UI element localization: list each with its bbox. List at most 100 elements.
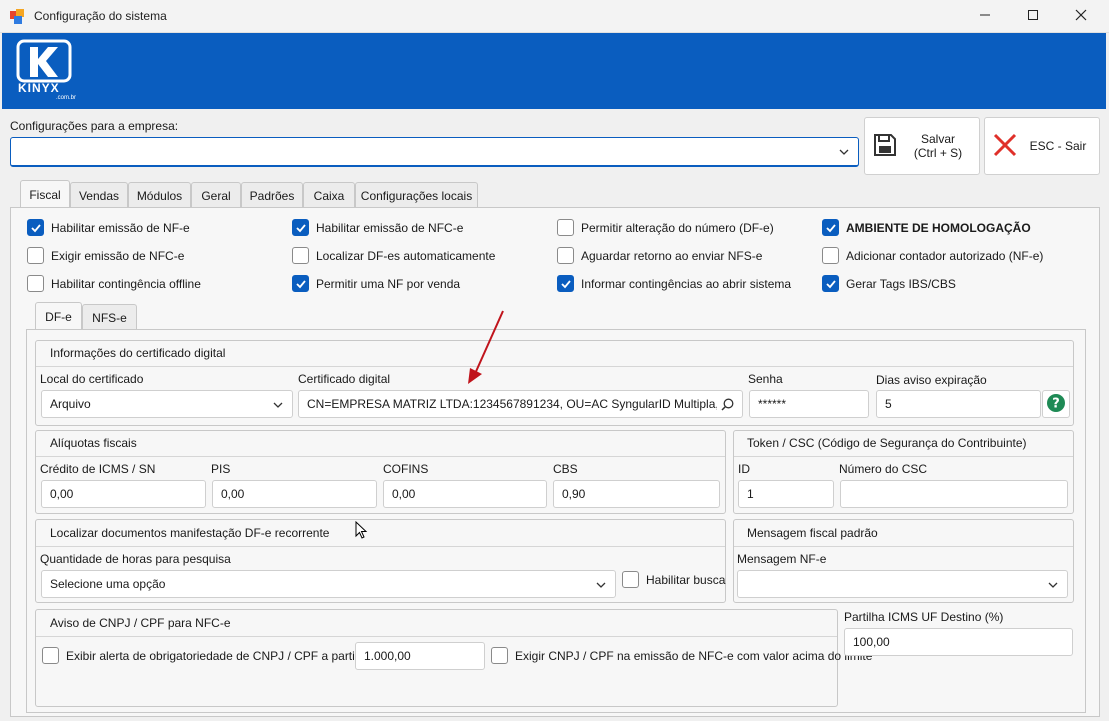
check-contador-autorizado[interactable]: Adicionar contador autorizado (NF-e) (822, 247, 1043, 264)
checkbox[interactable] (27, 219, 44, 236)
check-exibir-alerta-cnpj[interactable]: Exibir alerta de obrigatoriedade de CNPJ… (42, 647, 379, 664)
checkbox[interactable] (557, 219, 574, 236)
dias-value: 5 (885, 397, 892, 411)
icms-field[interactable]: 0,00 (41, 480, 206, 508)
mensagem-select[interactable] (737, 570, 1068, 598)
check-uma-nf-por-venda[interactable]: Permitir uma NF por venda (292, 275, 460, 292)
check-contingencia-offline[interactable]: Habilitar contingência offline (27, 275, 201, 292)
aviso-title: Aviso de CNPJ / CPF para NFC-e (50, 616, 231, 630)
chevron-down-icon (272, 399, 284, 414)
dias-label: Dias aviso expiração (876, 373, 987, 387)
check-gerar-tags-ibs-cbs[interactable]: Gerar Tags IBS/CBS (822, 275, 956, 292)
checkbox[interactable] (27, 275, 44, 292)
exit-label: ESC - Sair (1029, 139, 1087, 153)
company-select[interactable] (10, 137, 859, 167)
cert-digital-field[interactable]: CN=EMPRESA MATRIZ LTDA:1234567891234, OU… (298, 390, 743, 418)
pis-field[interactable]: 0,00 (212, 480, 377, 508)
window-title: Configuração do sistema (34, 9, 167, 23)
token-id-field[interactable]: 1 (738, 480, 834, 508)
help-icon: ? (1046, 393, 1066, 416)
checkbox[interactable] (292, 247, 309, 264)
check-label: Permitir uma NF por venda (316, 276, 461, 291)
check-label: Habilitar contingência offline (51, 276, 201, 291)
minimize-button[interactable] (962, 0, 1008, 33)
cbs-field[interactable]: 0,90 (553, 480, 720, 508)
divider (36, 546, 725, 547)
checkbox[interactable] (42, 647, 59, 664)
mouse-cursor-icon (355, 520, 369, 544)
check-aguardar-retorno-nfse[interactable]: Aguardar retorno ao enviar NFS-e (557, 247, 762, 264)
divider (36, 456, 725, 457)
floppy-disk-icon (873, 133, 897, 160)
check-habilitar-busca[interactable]: Habilitar busca (622, 571, 725, 588)
tab-fiscal[interactable]: Fiscal (20, 180, 70, 208)
tab-vendas[interactable]: Vendas (70, 182, 128, 208)
check-exigir-nfce[interactable]: Exigir emissão de NFC-e (27, 247, 184, 264)
alert-value: 1.000,00 (364, 649, 411, 663)
checkbox[interactable] (822, 275, 839, 292)
close-button[interactable] (1058, 0, 1104, 33)
check-informar-contingencias[interactable]: Informar contingências ao abrir sistema (557, 275, 791, 292)
save-label: Salvar (920, 132, 955, 146)
check-habilitar-nfce[interactable]: Habilitar emissão de NFC-e (292, 219, 463, 236)
maximize-button[interactable] (1010, 0, 1056, 33)
check-label: Habilitar busca (646, 572, 726, 587)
save-shortcut: (Ctrl + S) (913, 146, 963, 160)
checkbox[interactable] (822, 247, 839, 264)
check-habilitar-nfe[interactable]: Habilitar emissão de NF-e (27, 219, 190, 236)
tab-configuracoes-locais[interactable]: Configurações locais (355, 182, 478, 208)
tab-modulos[interactable]: Módulos (128, 182, 191, 208)
checkbox[interactable] (292, 275, 309, 292)
minimize-icon (979, 9, 991, 24)
senha-value: ****** (758, 397, 787, 411)
cert-digital-label: Certificado digital (298, 372, 391, 386)
chevron-down-icon (838, 146, 850, 161)
senha-field[interactable]: ****** (749, 390, 869, 418)
alert-value-field[interactable]: 1.000,00 (355, 642, 485, 670)
cert-group-title: Informações do certificado digital (50, 346, 226, 360)
subtab-dfe[interactable]: DF-e (35, 302, 82, 330)
icms-label: Crédito de ICMS / SN (40, 462, 156, 476)
search-icon[interactable] (721, 398, 734, 414)
logo-brand: KINYX (18, 81, 60, 95)
subtab-nfse[interactable]: NFS-e (82, 304, 137, 330)
partilha-value: 100,00 (853, 635, 890, 649)
check-label: Localizar DF-es automaticamente (316, 248, 496, 263)
save-button[interactable]: Salvar (Ctrl + S) (864, 117, 980, 175)
check-label: Exibir alerta de obrigatoriedade de CNPJ… (66, 648, 379, 663)
checkbox[interactable] (557, 247, 574, 264)
checkbox[interactable] (822, 219, 839, 236)
svg-text:?: ? (1052, 396, 1060, 411)
chevron-down-icon (595, 579, 607, 594)
token-id-value: 1 (747, 487, 754, 501)
dias-field[interactable]: 5 (876, 390, 1041, 418)
hours-select[interactable]: Selecione uma opção (41, 570, 616, 598)
checkbox[interactable] (27, 247, 44, 264)
cofins-value: 0,00 (392, 487, 416, 501)
check-ambiente-homologacao[interactable]: AMBIENTE DE HOMOLOGAÇÃO (822, 219, 1031, 236)
cert-local-select[interactable]: Arquivo (41, 390, 293, 418)
tab-caixa[interactable]: Caixa (303, 182, 355, 208)
cert-digital-value: CN=EMPRESA MATRIZ LTDA:1234567891234, OU… (307, 397, 717, 411)
tab-geral[interactable]: Geral (191, 182, 241, 208)
csc-field[interactable] (840, 480, 1068, 508)
partilha-field[interactable]: 100,00 (844, 628, 1073, 656)
check-label: Informar contingências ao abrir sistema (581, 276, 792, 291)
check-localizar-dfes[interactable]: Localizar DF-es automaticamente (292, 247, 495, 264)
red-x-icon (993, 133, 1017, 160)
check-label: Exigir CNPJ / CPF na emissão de NFC-e co… (515, 648, 873, 663)
senha-label: Senha (748, 372, 783, 386)
help-button[interactable]: ? (1042, 390, 1070, 418)
check-permitir-alteracao-numero[interactable]: Permitir alteração do número (DF-e) (557, 219, 774, 236)
checkbox[interactable] (491, 647, 508, 664)
check-label: Gerar Tags IBS/CBS (846, 276, 956, 291)
checkbox[interactable] (557, 275, 574, 292)
exit-button[interactable]: ESC - Sair (984, 117, 1100, 175)
cofins-field[interactable]: 0,00 (383, 480, 547, 508)
divider (734, 456, 1073, 457)
check-exigir-cnpj-limite[interactable]: Exigir CNPJ / CPF na emissão de NFC-e co… (491, 647, 872, 664)
checkbox[interactable] (622, 571, 639, 588)
tab-padroes[interactable]: Padrões (241, 182, 303, 208)
cbs-label: CBS (553, 462, 578, 476)
checkbox[interactable] (292, 219, 309, 236)
